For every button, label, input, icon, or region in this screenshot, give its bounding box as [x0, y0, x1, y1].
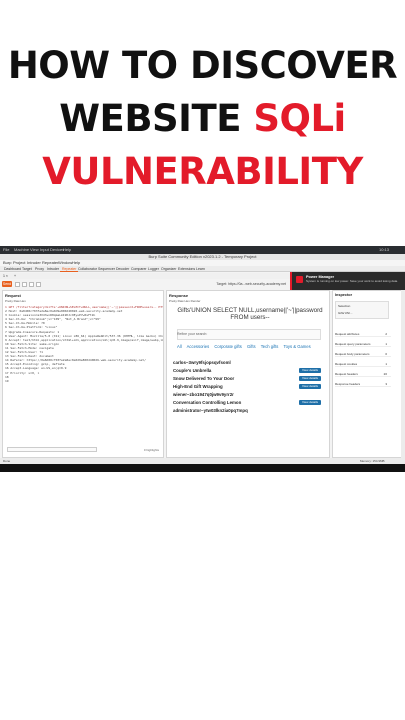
- inspector-row-count: 3: [385, 382, 387, 386]
- desktop-topbar: File Machine View Input Devices Help 10:…: [0, 246, 405, 254]
- highlights-count: 0 highlights: [143, 448, 159, 452]
- inspector-row-count: 2: [385, 332, 387, 336]
- list-item: wiener~zbo1947q0jw9v9yrr2r: [171, 391, 327, 398]
- rendered-page: Gifts'UNION SELECT NULL,username||'~'||p…: [171, 307, 327, 455]
- selection-value: Gifts'UNI...: [338, 311, 353, 315]
- list-item-name: wiener~zbo1947q0jw9v9yrr2r: [173, 392, 234, 397]
- inspector-row-count: 1: [385, 342, 387, 346]
- battery-warning-icon: [296, 276, 303, 283]
- menu-help[interactable]: Help: [63, 247, 71, 252]
- menu-file[interactable]: File: [3, 247, 9, 252]
- category-corporate-gifts[interactable]: Corporate gifts: [214, 344, 241, 349]
- tab-intruder[interactable]: Intruder: [45, 267, 61, 272]
- request-pane: Request Pretty Raw Hex 1 GET /filter?cat…: [2, 290, 164, 458]
- selection-label: Selection: [338, 304, 351, 308]
- notification-toast[interactable]: Power Manager System is running on low p…: [290, 272, 405, 290]
- list-item: Couple's Umbrella View details: [171, 367, 327, 374]
- forward-icon[interactable]: [36, 282, 41, 287]
- response-view-tabs[interactable]: Pretty Raw Hex Render: [169, 299, 201, 303]
- inspector-title: Inspector: [335, 293, 353, 297]
- request-editor[interactable]: 1 GET /filter?category=Gifts'+UNION+SELE…: [5, 305, 163, 383]
- list-item-name: administrator~ytw03lkn2ia0pq7mpq: [173, 408, 248, 413]
- cancel-icon[interactable]: [22, 282, 27, 287]
- inspector-selection[interactable]: Selection Gifts'UNI...: [335, 301, 389, 319]
- inspector-row-name: Request body parameters: [335, 352, 370, 356]
- burp-window: Burp Suite Community Edition v2023.1.2 -…: [0, 254, 405, 464]
- inspector-side-tabs[interactable]: [401, 290, 405, 458]
- view-details-button[interactable]: View details: [299, 368, 321, 373]
- inspector-row-name: Request attributes: [335, 332, 360, 336]
- list-item-name: Conversation Controlling Lemon: [173, 400, 242, 405]
- view-details-button[interactable]: View details: [299, 400, 321, 405]
- menu-view[interactable]: View: [30, 247, 39, 252]
- category-tech-gifts[interactable]: Tech gifts: [261, 344, 279, 349]
- send-button[interactable]: Send: [2, 281, 12, 287]
- headline-highlight: SQLi: [253, 97, 346, 140]
- list-item: administrator~ytw03lkn2ia0pq7mpq: [171, 407, 327, 414]
- list-item: carlos~3wry9fsjopsqvfsoml: [171, 359, 327, 366]
- list-item: Conversation Controlling Lemon View deta…: [171, 399, 327, 406]
- category-all[interactable]: All: [177, 344, 182, 349]
- clock: 10:13: [379, 247, 390, 252]
- tab-learn[interactable]: Learn: [194, 267, 207, 272]
- inspector-row-headers[interactable]: Request headers 20: [335, 371, 391, 377]
- list-item-name: Snow Delivered To Your Door: [173, 376, 235, 381]
- headline-line-2-prefix: WEBSITE: [59, 97, 254, 140]
- notification-body: System is running on low power. Save you…: [306, 279, 399, 283]
- target-label[interactable]: Target: https://0a...web-security-academ…: [216, 281, 286, 287]
- send-row: Send Target: https://0a...web-security-a…: [2, 281, 292, 288]
- response-pane: Response Pretty Raw Hex Render Gifts'UNI…: [166, 290, 330, 458]
- headline-line-1: HOW TO DISCOVER: [7, 44, 398, 87]
- category-links: All Accessories Corporate gifts Gifts Te…: [177, 344, 327, 349]
- desktop-taskbar: [0, 464, 405, 472]
- request-line: 19: [5, 378, 9, 383]
- inspector-row-count: 20: [383, 372, 387, 376]
- inspector-panel: Inspector Selection Gifts'UNI... Request…: [332, 290, 402, 458]
- inspector-row-name: Request query parameters: [335, 342, 371, 346]
- request-view-tabs[interactable]: Pretty Raw Hex: [5, 299, 26, 303]
- list-item-name: carlos~3wry9fsjopsqvfsoml: [173, 360, 231, 365]
- tab-proxy[interactable]: Proxy: [33, 267, 46, 272]
- settings-icon[interactable]: [15, 282, 20, 287]
- menu-input[interactable]: Input: [40, 247, 49, 252]
- headline-line-3: VULNERABILITY: [42, 150, 363, 193]
- repeater-subtab-add[interactable]: +: [14, 273, 16, 279]
- category-gifts[interactable]: Gifts: [247, 344, 256, 349]
- burp-screenshot: File Machine View Input Devices Help 10:…: [0, 246, 405, 472]
- inspector-row-name: Request headers: [335, 372, 358, 376]
- tab-target[interactable]: Target: [20, 267, 34, 272]
- list-item-name: Couple's Umbrella: [173, 368, 212, 373]
- repeater-subtab[interactable]: 1 ×: [3, 273, 8, 279]
- view-details-button[interactable]: View details: [299, 384, 321, 389]
- request-title: Request: [5, 293, 21, 298]
- inspector-row-count: 1: [385, 362, 387, 366]
- inspector-row-cookies[interactable]: Request cookies 1: [335, 361, 391, 367]
- product-list: carlos~3wry9fsjopsqvfsoml Couple's Umbre…: [171, 359, 327, 415]
- inspector-row-query[interactable]: Request query parameters 1: [335, 341, 391, 347]
- menu-machine[interactable]: Machine: [14, 247, 29, 252]
- rendered-page-title: Gifts'UNION SELECT NULL,username||'~'||p…: [177, 307, 323, 321]
- list-item: High-End Gift Wrapping View details: [171, 383, 327, 390]
- repeater-subtabs: 1 × +: [0, 273, 290, 279]
- request-search-input[interactable]: [7, 447, 97, 452]
- response-title: Response: [169, 293, 189, 298]
- back-icon[interactable]: [29, 282, 34, 287]
- list-item-name: High-End Gift Wrapping: [173, 384, 223, 389]
- refine-search-label: Refine your search:: [177, 332, 208, 336]
- list-item: Snow Delivered To Your Door View details: [171, 375, 327, 382]
- inspector-row-name: Response headers: [335, 382, 361, 386]
- category-toys-games[interactable]: Toys & Games: [283, 344, 310, 349]
- headline-line-2: WEBSITE SQLi: [0, 97, 405, 140]
- inspector-row-count: 0: [385, 352, 387, 356]
- category-accessories[interactable]: Accessories: [187, 344, 210, 349]
- inspector-row-body[interactable]: Request body parameters 0: [335, 351, 391, 357]
- inspector-row-attributes[interactable]: Request attributes 2: [335, 331, 391, 337]
- inspector-row-name: Request cookies: [335, 362, 358, 366]
- view-details-button[interactable]: View details: [299, 376, 321, 381]
- inspector-row-response-headers[interactable]: Response headers 3: [335, 381, 391, 387]
